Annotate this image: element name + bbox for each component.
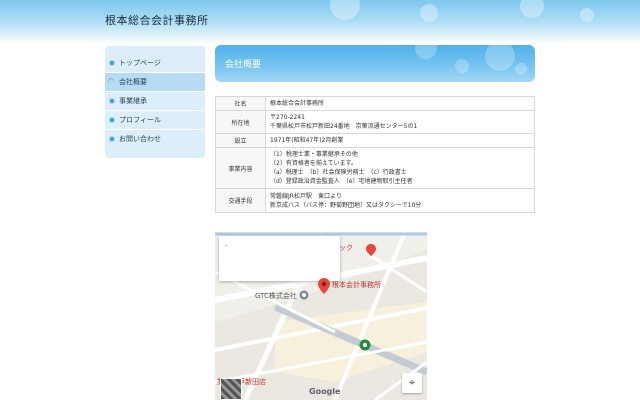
table-row: 所在地 〒270-2241 千葉県松戸市松戸新田24番地 京葉流通センター5の1: [215, 110, 535, 134]
map-pin-label[interactable]: 根本会計事務所: [332, 280, 381, 290]
bullet-icon: [109, 117, 115, 123]
bullet-icon: [109, 98, 115, 104]
map-info-card[interactable]: ·: [219, 236, 340, 281]
google-logo: Google: [309, 387, 341, 396]
map-pin-small-icon[interactable]: [366, 244, 376, 256]
value-line: 常磐線JR松戸駅 東口より: [270, 192, 342, 200]
value-line: 〒270-2241: [270, 114, 305, 121]
map-card-text: ·: [225, 242, 228, 250]
table-value: 根本総合会計事務所: [265, 96, 535, 111]
site-title[interactable]: 根本総合会計事務所: [105, 12, 209, 28]
bullet-icon: [109, 136, 115, 142]
sidebar-item-label: 会社概要: [119, 78, 147, 86]
table-key: 社名: [215, 96, 266, 111]
value-line: 新京成バス（バス停：野菊野団地）又はタクシーで10分: [270, 201, 422, 209]
map-place-label[interactable]: GTC株式会社: [255, 291, 297, 301]
value-line: 根本総合会計事務所: [270, 100, 325, 107]
embedded-map[interactable]: · ック 根本会計事務所 GTC株式会社 業務松戸新田店 Google ⌖: [215, 232, 427, 400]
bullet-icon: [109, 60, 115, 66]
table-key: 交通手段: [215, 188, 266, 213]
map-place-marker-icon[interactable]: [299, 290, 309, 300]
table-value: 〒270-2241 千葉県松戸市松戸新田24番地 京葉流通センター5の1: [265, 110, 535, 134]
value-line: （1）税理士業・事業継承その他: [270, 151, 358, 158]
company-info-table: 社名 根本総合会計事務所 所在地 〒270-2241 千葉県松戸市松戸新田24番…: [215, 96, 535, 213]
sidebar-item-profile[interactable]: プロフィール: [105, 111, 205, 130]
map-place-label[interactable]: ック: [339, 243, 353, 253]
table-key: 事業内容: [215, 147, 266, 189]
table-row: 事業内容 （1）税理士業・事業継承その他 （2）有資格者を揃えています。 （a）…: [215, 147, 535, 189]
sidebar-item-succession[interactable]: 事業継承: [105, 92, 205, 111]
sidebar-item-company[interactable]: ◠ 会社概要: [105, 73, 205, 92]
map-green-marker-icon[interactable]: [359, 339, 371, 351]
sidebar-item-top[interactable]: トップページ: [105, 54, 205, 73]
table-value: （1）税理士業・事業継承その他 （2）有資格者を揃えています。 （a）税理士 （…: [265, 147, 535, 189]
value-line: （d）登録政治資金監査人 （e）宅地建物取引主任者: [270, 178, 413, 185]
sidebar-nav: トップページ ◠ 会社概要 事業継承 プロフィール お問い合わせ: [105, 46, 205, 158]
map-pin-icon[interactable]: [318, 278, 330, 294]
table-row: 社名 根本総合会計事務所: [215, 96, 535, 111]
table-row: 交通手段 常磐線JR松戸駅 東口より 新京成バス（バス停：野菊野団地）又はタクシ…: [215, 188, 535, 213]
value-line: （2）有資格者を揃えています。: [270, 160, 357, 167]
sidebar-item-label: トップページ: [119, 59, 161, 67]
value-line: 1971年(昭和47年)2月創業: [270, 137, 344, 144]
site-header: 根本総合会計事務所: [0, 0, 640, 44]
open-bullet-icon: ◠: [108, 77, 115, 85]
sidebar-item-label: 事業継承: [119, 97, 147, 105]
table-key: 所在地: [215, 110, 266, 134]
street-view-thumbnail[interactable]: [220, 378, 242, 400]
sidebar-item-label: プロフィール: [119, 116, 161, 124]
section-banner: 会社概要: [215, 45, 535, 82]
value-line: 千葉県松戸市松戸新田24番地 京葉流通センター5の1: [270, 123, 418, 130]
sidebar-item-contact[interactable]: お問い合わせ: [105, 130, 205, 149]
table-key: 設立: [215, 133, 266, 148]
page-title: 会社概要: [225, 60, 262, 70]
table-value: 常磐線JR松戸駅 東口より 新京成バス（バス停：野菊野団地）又はタクシーで10分: [265, 188, 535, 213]
table-row: 設立 1971年(昭和47年)2月創業: [215, 133, 535, 148]
value-line: （a）税理士 （b）社会保険労務士 （c）行政書士: [270, 169, 407, 176]
table-value: 1971年(昭和47年)2月創業: [265, 133, 535, 148]
crosshair-icon[interactable]: ⌖: [402, 373, 422, 393]
sidebar-item-label: お問い合わせ: [119, 135, 161, 143]
